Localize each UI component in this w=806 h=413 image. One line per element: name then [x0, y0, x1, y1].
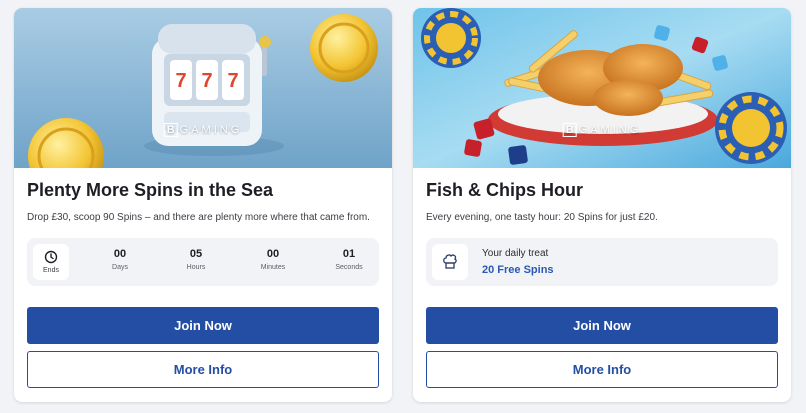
- countdown-minutes-value: 00: [266, 248, 280, 260]
- promo-hero-image[interactable]: B GAMING: [413, 8, 791, 168]
- treat-icon-box: [432, 244, 468, 280]
- promo-description: Every evening, one tasty hour: 20 Spins …: [426, 212, 658, 223]
- countdown-seconds-label: Seconds: [335, 264, 363, 271]
- promo-card-fish-chips-hour: B GAMING Fish & Chips Hour Every evening,…: [413, 8, 791, 402]
- countdown-seconds-value: 01: [342, 248, 356, 260]
- countdown-panel: Ends 00 Days 05 Hours 00 Minutes 01 Seco…: [27, 238, 379, 286]
- promo-hero-image[interactable]: 7 7 7 B GAMING: [14, 8, 392, 168]
- daily-treat-panel: Your daily treat 20 Free Spins: [426, 238, 778, 286]
- more-info-button[interactable]: More Info: [27, 351, 379, 388]
- countdown-hours-value: 05: [189, 248, 203, 260]
- countdown-days-label: Days: [112, 264, 128, 271]
- more-info-button[interactable]: More Info: [426, 351, 778, 388]
- countdown-seconds: 01 Seconds: [324, 248, 374, 271]
- countdown-hours: 05 Hours: [171, 248, 221, 271]
- fish-and-chips-image: [413, 8, 791, 168]
- bgaming-logo: B GAMING: [163, 123, 243, 137]
- bgaming-logo: B GAMING: [562, 123, 642, 137]
- countdown-minutes: 00 Minutes: [248, 248, 298, 271]
- countdown-days: 00 Days: [95, 248, 145, 271]
- svg-text:7: 7: [175, 70, 186, 92]
- promo-card-plenty-more-spins: 7 7 7 B GAMING Plenty More Spins in the S…: [14, 8, 392, 402]
- countdown-minutes-label: Minutes: [260, 264, 286, 271]
- daily-treat-label: Your daily treat: [482, 248, 549, 259]
- promo-title: Plenty More Spins in the Sea: [27, 180, 274, 200]
- daily-treat-value: 20 Free Spins: [482, 264, 554, 276]
- countdown-hours-label: Hours: [186, 264, 206, 271]
- promo-title: Fish & Chips Hour: [426, 180, 583, 200]
- chef-hat-icon: [443, 254, 457, 269]
- svg-text:7: 7: [227, 70, 238, 92]
- promo-description: Drop £30, scoop 90 Spins – and there are…: [27, 212, 370, 223]
- svg-text:7: 7: [201, 70, 212, 92]
- join-now-button[interactable]: Join Now: [426, 307, 778, 344]
- clock-icon: [44, 250, 58, 264]
- slot-machine-image: 7 7 7: [14, 8, 392, 168]
- join-now-button[interactable]: Join Now: [27, 307, 379, 344]
- countdown-days-value: 00: [113, 248, 127, 260]
- countdown-ends-box: Ends: [33, 244, 69, 280]
- countdown-ends-label: Ends: [43, 267, 59, 274]
